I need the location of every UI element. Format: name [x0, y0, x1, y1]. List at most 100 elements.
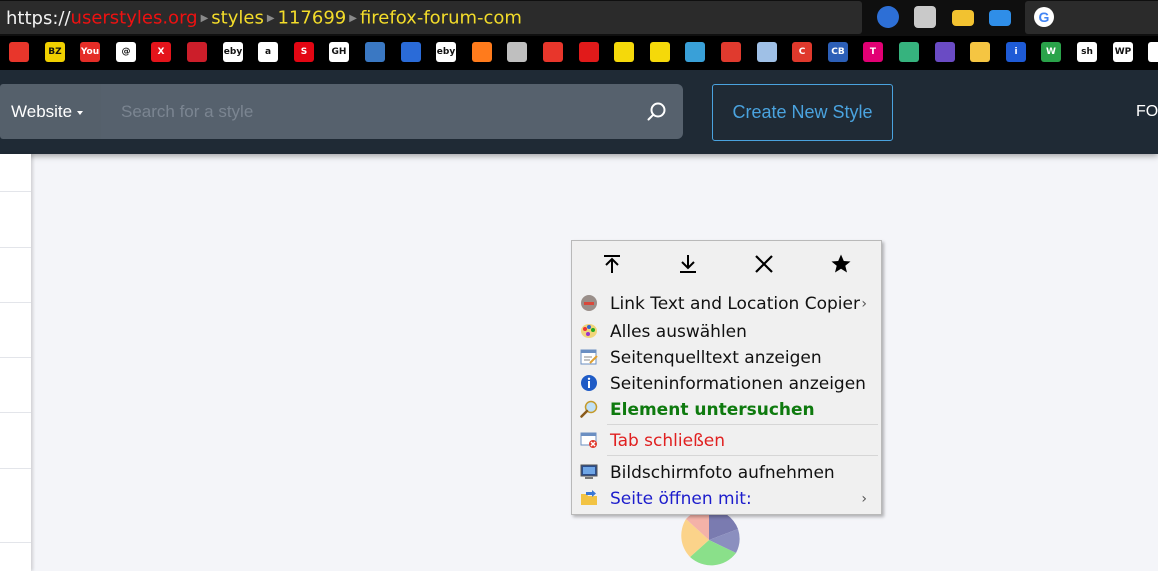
close-icon[interactable]	[749, 249, 779, 279]
diamond-icon[interactable]	[899, 42, 919, 62]
submenu-arrow-icon: ›	[861, 296, 867, 312]
bookmark-icon-text: CB	[831, 47, 845, 57]
bookmark-icon-text: T	[869, 47, 877, 57]
amazon-icon[interactable]: a	[258, 42, 278, 62]
ribbon-icon[interactable]	[721, 42, 741, 62]
menu-item-link-copier[interactable]: Link Text and Location Copier ›	[572, 292, 881, 316]
website-dropdown[interactable]: Website	[0, 84, 101, 139]
bookmark-icon-text: You	[80, 47, 100, 57]
firefox-icon[interactable]	[543, 42, 563, 62]
bookmark-icon-text: sh	[1081, 47, 1093, 57]
breadcrumb-arrow-icon: ▶	[266, 12, 275, 24]
news-icon[interactable]	[187, 42, 207, 62]
x-icon[interactable]: X	[151, 42, 171, 62]
url-segment: firefox-forum-com	[359, 7, 522, 29]
website-dropdown-label: Website	[11, 102, 73, 121]
menu-item-select-all[interactable]: Alles auswählen	[572, 320, 881, 344]
ebay-icon[interactable]: eby	[436, 42, 456, 62]
sparkasse-icon[interactable]: S	[294, 42, 314, 62]
site-header: Website Create New Style FO	[0, 70, 1158, 154]
arrows-icon[interactable]	[935, 42, 955, 62]
menu-separator	[607, 455, 878, 456]
folder-open-icon[interactable]	[952, 10, 974, 26]
palm-icon[interactable]	[685, 42, 705, 62]
menu-item-inspect-element[interactable]: Element untersuchen	[572, 398, 881, 422]
magnifier-icon	[580, 400, 598, 418]
bookmark-icon-text: W	[1046, 47, 1056, 57]
url-segment: 117699	[277, 7, 347, 29]
gh-icon[interactable]: GH	[329, 42, 349, 62]
scroll-top-icon[interactable]	[597, 249, 627, 279]
bookmark-icon-text: a	[264, 47, 272, 57]
monitor-icon[interactable]	[365, 42, 385, 62]
info-icon	[581, 375, 597, 391]
source-icon	[580, 349, 598, 365]
bookmark-icon-text: i	[1014, 47, 1018, 57]
breadcrumb-arrow-icon: ▶	[349, 12, 357, 24]
circle-icon[interactable]	[507, 42, 527, 62]
create-new-style-button[interactable]: Create New Style	[712, 84, 893, 141]
smiley-icon[interactable]	[614, 42, 634, 62]
blue-globe-icon[interactable]	[877, 6, 899, 28]
bookmark-icon-text: eby	[223, 47, 243, 57]
google-icon: G	[1034, 7, 1054, 27]
sidebar-divider	[0, 542, 31, 543]
rocket-icon[interactable]	[401, 42, 421, 62]
youtube-icon[interactable]: You	[80, 42, 100, 62]
menu-separator	[607, 424, 878, 425]
firefox-icon[interactable]	[9, 42, 29, 62]
info-icon[interactable]: i	[1006, 42, 1026, 62]
telekom-icon[interactable]: T	[863, 42, 883, 62]
context-menu: Link Text and Location Copier › Alles au…	[571, 240, 882, 515]
screenshot-icon	[580, 464, 598, 479]
bookmark-icon-text: C	[798, 47, 806, 57]
url-host: userstyles.org	[70, 7, 198, 29]
folder-icon[interactable]	[970, 42, 990, 62]
menu-item-page-info[interactable]: Seiteninformationen anzeigen	[572, 372, 881, 396]
url-bar[interactable]: https://userstyles.org ▶ styles ▶ 117699 ▶ fir…	[0, 1, 862, 34]
bz-icon[interactable]: BZ	[45, 42, 65, 62]
context-nav-row	[572, 241, 881, 287]
bookmarks-bar: BZ You @ Xeby a S GH eby C CB Ti Wsh WP	[0, 36, 1158, 70]
w3-icon[interactable]: W	[1041, 42, 1061, 62]
c-icon[interactable]: C	[792, 42, 812, 62]
smiley-icon[interactable]	[650, 42, 670, 62]
wp-icon[interactable]: WP	[1113, 42, 1133, 62]
ebay-icon[interactable]: eby	[223, 42, 243, 62]
notepad-icon[interactable]	[757, 42, 777, 62]
menu-item-label: Seite öffnen mit:	[610, 489, 752, 509]
sidebar-divider	[0, 302, 31, 303]
firefox-icon[interactable]	[472, 42, 492, 62]
caret-down-icon	[77, 110, 84, 115]
nav-link-forum[interactable]: FO	[1136, 103, 1158, 121]
search-icon[interactable]	[646, 101, 668, 123]
style-search-input[interactable]	[101, 84, 683, 139]
menu-item-view-source[interactable]: Seitenquelltext anzeigen	[572, 346, 881, 370]
pencil-icon[interactable]	[1148, 42, 1158, 62]
menu-item-label: Element untersuchen	[610, 400, 815, 420]
sidebar-divider	[0, 468, 31, 469]
bookmark-icon-text: BZ	[48, 47, 62, 57]
browser-toolbar: https://userstyles.org ▶ styles ▶ 117699 ▶ fir…	[0, 0, 1158, 36]
red-square-icon[interactable]	[579, 42, 599, 62]
sidebar-divider	[0, 191, 31, 192]
menu-item-open-with[interactable]: Seite öffnen mit: ›	[572, 487, 881, 511]
android-robot-icon[interactable]	[914, 6, 936, 28]
sidebar	[0, 154, 31, 571]
download-icon[interactable]	[673, 249, 703, 279]
copier-icon	[581, 295, 597, 311]
bookmark-icon-text: WP	[1114, 47, 1132, 57]
at-icon[interactable]: @	[116, 42, 136, 62]
sidebar-divider	[0, 412, 31, 413]
menu-item-screenshot[interactable]: Bildschirmfoto aufnehmen	[572, 461, 881, 485]
cb-icon[interactable]: CB	[828, 42, 848, 62]
sidebar-divider	[0, 247, 31, 248]
submenu-arrow-icon: ›	[861, 491, 867, 507]
menu-item-label: Link Text and Location Copier	[610, 294, 860, 314]
sh-icon[interactable]: sh	[1077, 42, 1097, 62]
bookmark-star-icon[interactable]	[826, 249, 856, 279]
search-engine-box[interactable]: G	[1025, 1, 1158, 34]
blue-folder-icon[interactable]	[989, 10, 1011, 26]
menu-item-close-tab[interactable]: Tab schließen	[572, 429, 881, 453]
menu-item-label: Seiteninformationen anzeigen	[610, 374, 866, 394]
